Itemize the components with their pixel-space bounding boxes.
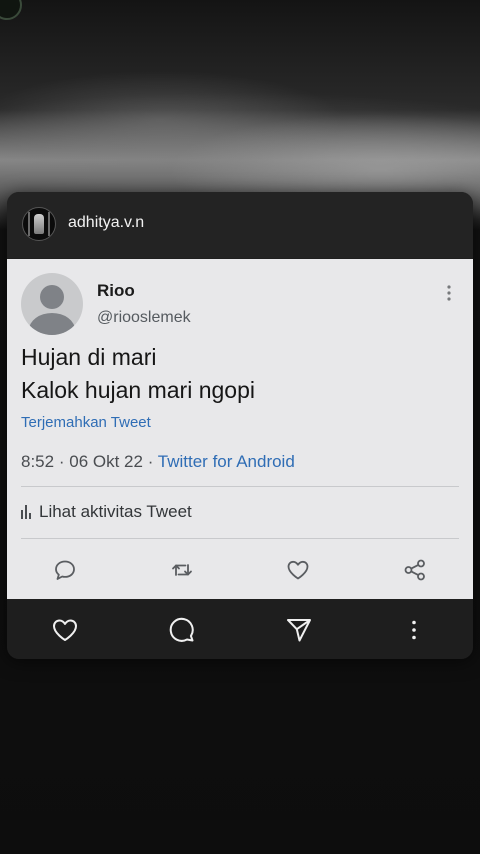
meta-separator: ·	[147, 452, 154, 471]
translate-tweet-link: Terjemahkan Tweet	[21, 414, 151, 431]
instagram-post-card: adhitya.v.n Rioo @riooslemek Hujan di ma…	[7, 192, 473, 659]
share-icon	[402, 557, 428, 583]
default-avatar-icon	[21, 273, 83, 335]
profile-photo-icon[interactable]	[22, 207, 56, 241]
post-action-bar	[7, 599, 473, 659]
tweet-author-handle: @riooslemek	[97, 309, 191, 326]
vertical-dots-icon	[439, 281, 459, 305]
tweet-text-line: Hujan di mari	[21, 344, 157, 370]
tweet-text-line: Kalok hujan mari ngopi	[21, 377, 255, 403]
reply-icon	[52, 557, 78, 583]
heart-icon[interactable]	[50, 615, 80, 645]
tweet-source: Twitter for Android	[157, 452, 295, 471]
more-vertical-icon[interactable]	[399, 615, 429, 645]
send-icon[interactable]	[284, 615, 314, 645]
meta-separator: ·	[58, 452, 65, 471]
retweet-icon	[169, 557, 195, 583]
divider	[21, 486, 459, 487]
tweet-time: 8:52	[21, 452, 55, 471]
tweet-screenshot: Rioo @riooslemek Hujan di mari Kalok huj…	[7, 259, 473, 599]
tweet-metadata: 8:52 · 06 Okt 22 · Twitter for Android	[21, 452, 295, 472]
tweet-activity-label: Lihat aktivitas Tweet	[39, 502, 192, 521]
tweet-action-bar	[7, 549, 473, 589]
tweet-text: Hujan di mari Kalok hujan mari ngopi	[21, 341, 461, 407]
post-username[interactable]: adhitya.v.n	[68, 214, 144, 232]
tweet-activity-row: Lihat aktivitas Tweet	[21, 502, 192, 522]
tweet-date: 06 Okt 22	[69, 452, 143, 471]
tweet-author-name: Rioo	[97, 281, 135, 300]
post-header: adhitya.v.n	[7, 192, 473, 258]
comment-icon[interactable]	[167, 615, 197, 645]
like-icon	[285, 557, 311, 583]
divider	[21, 538, 459, 539]
analytics-icon	[21, 505, 31, 519]
